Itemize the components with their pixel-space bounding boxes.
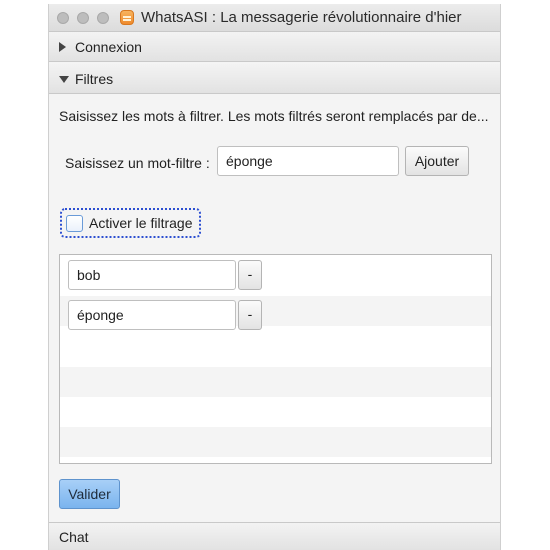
app-window: WhatsASI : La messagerie révolutionnaire… (48, 4, 501, 550)
chevron-down-icon (59, 76, 69, 83)
zoom-window-button[interactable] (97, 12, 109, 24)
pane-header-connexion[interactable]: Connexion (49, 32, 500, 62)
filter-word-field[interactable]: bob (68, 260, 236, 290)
close-window-button[interactable] (57, 12, 69, 24)
title-bar: WhatsASI : La messagerie révolutionnaire… (49, 4, 500, 32)
submit-button[interactable]: Valider (59, 479, 120, 509)
enable-filtering-checkbox[interactable] (66, 215, 83, 232)
minimize-window-button[interactable] (77, 12, 89, 24)
window-title: WhatsASI : La messagerie révolutionnaire… (141, 9, 462, 26)
empty-list-row (60, 337, 491, 367)
filter-word-field[interactable]: éponge (68, 300, 236, 330)
filter-word-list: bob - éponge - (59, 254, 492, 464)
pane-header-filtres[interactable]: Filtres (49, 64, 500, 94)
app-icon (120, 10, 134, 25)
filter-input-label: Saisissez un mot-filtre : (65, 155, 210, 171)
filter-word-input[interactable]: éponge (217, 146, 399, 176)
remove-word-button[interactable]: - (238, 300, 262, 330)
filter-description: Saisissez les mots à filtrer. Les mots f… (59, 108, 489, 124)
pane-title-filtres: Filtres (75, 71, 114, 87)
pane-title-connexion: Connexion (75, 39, 142, 55)
remove-word-button[interactable]: - (238, 260, 262, 290)
enable-filtering-checkbox-group[interactable]: Activer le filtrage (60, 208, 201, 238)
pane-title-chat: Chat (59, 529, 89, 545)
chevron-right-icon (59, 42, 66, 52)
list-item: éponge - (60, 296, 491, 330)
list-item: bob - (60, 255, 491, 290)
pane-header-chat[interactable]: Chat (49, 522, 500, 550)
empty-list-row (60, 397, 491, 427)
enable-filtering-label[interactable]: Activer le filtrage (89, 215, 192, 231)
add-filter-button[interactable]: Ajouter (405, 146, 469, 176)
empty-list-row (60, 427, 491, 457)
filtres-pane-content: Saisissez les mots à filtrer. Les mots f… (49, 94, 500, 522)
empty-list-row (60, 367, 491, 397)
